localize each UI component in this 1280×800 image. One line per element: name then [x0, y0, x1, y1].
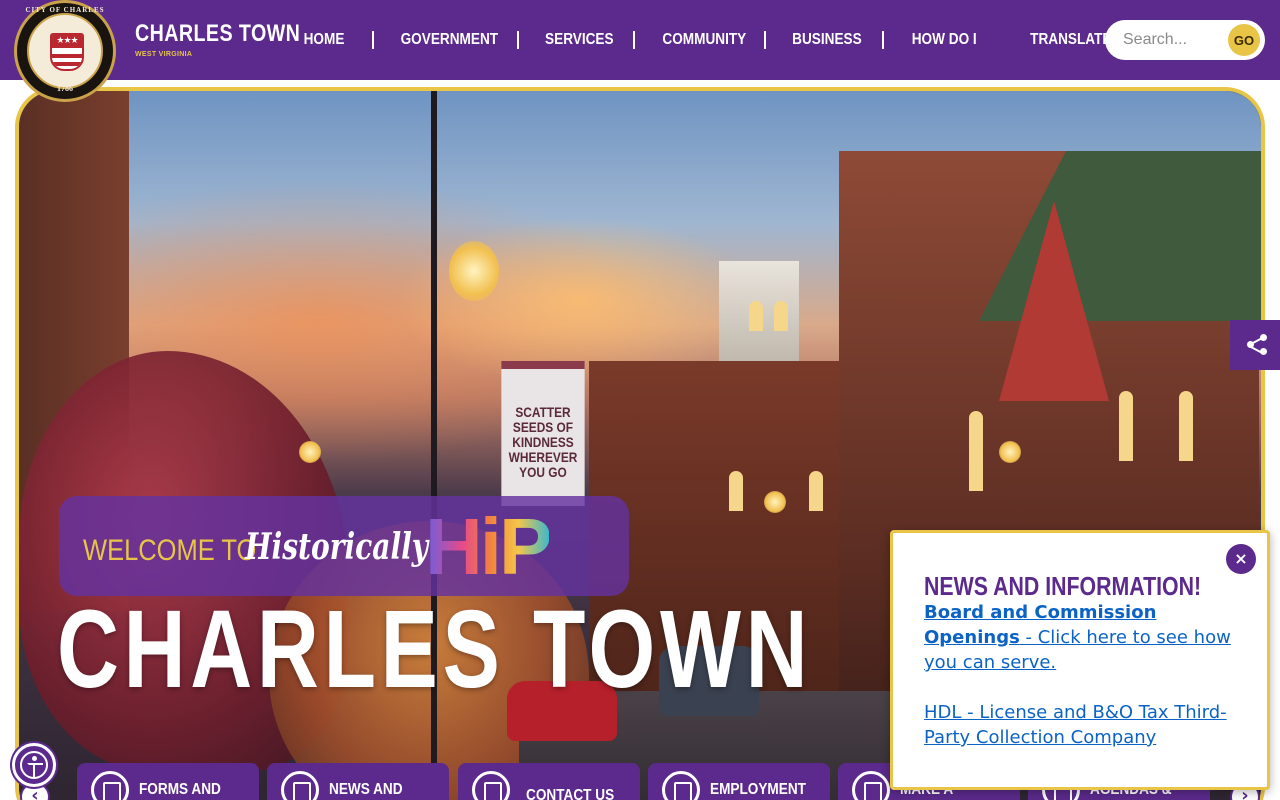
hero-street-lamp [449, 241, 499, 301]
hero-window [729, 471, 743, 511]
site-subtitle: WEST VIRGINIA [135, 51, 193, 58]
calendar-icon [281, 771, 319, 800]
nav-divider [881, 31, 884, 49]
news-popup: × NEWS AND INFORMATION! Board and Commis… [890, 530, 1270, 790]
nav-divider [372, 31, 374, 49]
board-openings-link[interactable]: Board and Commission Openings - Click he… [924, 602, 1231, 673]
hero-window [1179, 391, 1193, 461]
nav-item-services[interactable]: SERVICES [545, 31, 614, 49]
hero-street-lamp [764, 491, 786, 513]
shield-stripe [52, 54, 82, 58]
nav-item-home[interactable]: HOME [304, 31, 345, 49]
welcome-banner: WELCOME TO Historically HiP [59, 496, 629, 596]
shield-stripe [52, 62, 82, 66]
hdl-license-link[interactable]: HDL - License and B&O Tax Third-Party Co… [924, 702, 1227, 748]
seal-year: 1786 [57, 84, 73, 93]
quick-link-label: EMPLOYMENT [710, 781, 806, 798]
hip-logo-text: HiP [425, 502, 552, 591]
quick-link-label: FORMS AND [139, 781, 221, 798]
hero-window [749, 301, 763, 331]
quick-link-label: NEWS AND [329, 781, 403, 798]
payment-icon [852, 771, 890, 800]
site-header: CHARLES TOWN WEST VIRGINIA HOME GOVERNME… [0, 0, 1280, 80]
share-button[interactable] [1230, 320, 1280, 370]
accessibility-button[interactable] [12, 743, 56, 787]
nav-item-government[interactable]: GOVERNMENT [401, 31, 498, 49]
hero-street-lamp [299, 441, 321, 463]
hero-window [969, 411, 983, 491]
quick-link-forms[interactable]: FORMS AND [77, 763, 259, 800]
seal-inner: ★★★ [27, 13, 103, 89]
share-icon-line [1250, 346, 1262, 354]
popup-body: Board and Commission Openings - Click he… [924, 600, 1244, 750]
hero-window [809, 471, 823, 511]
hero-window [774, 301, 788, 331]
popup-heading: NEWS AND INFORMATION! [924, 571, 1202, 601]
share-icon [1260, 334, 1267, 341]
nav-item-how-do-i[interactable]: HOW DO I [911, 31, 976, 49]
question-icon [472, 771, 510, 800]
quick-link-news[interactable]: NEWS AND [267, 763, 449, 800]
document-icon [91, 771, 129, 800]
hero-street-lamp [999, 441, 1021, 463]
person-icon [662, 771, 700, 800]
share-icon-line [1250, 337, 1262, 345]
search-input[interactable] [1123, 29, 1223, 51]
translate-label: TRANSLATE [1030, 31, 1112, 48]
hero-kindness-banner: SCATTER SEEDS OF KINDNESS WHEREVER YOU G… [501, 361, 585, 506]
hero-window [1119, 391, 1133, 461]
close-icon[interactable]: × [1226, 544, 1256, 574]
accessibility-icon [20, 751, 48, 779]
seal-stars: ★★★ [52, 35, 82, 48]
search-go-button[interactable]: GO [1228, 24, 1260, 56]
shield-icon: ★★★ [50, 33, 84, 71]
welcome-to-text: WELCOME TO [83, 534, 257, 567]
quick-link-label: CONTACT US [526, 787, 615, 800]
nav-divider [763, 31, 766, 49]
city-seal-logo[interactable]: CITY OF CHARLES TOWN ★★★ 1786 [14, 0, 116, 102]
nav-item-business[interactable]: BUSINESS [792, 31, 862, 49]
nav-divider [633, 31, 636, 49]
quick-link-contact[interactable]: CONTACT US [458, 763, 640, 800]
quick-link-employment[interactable]: EMPLOYMENT [648, 763, 830, 800]
accessibility-icon-body [33, 765, 35, 777]
nav-item-community[interactable]: COMMUNITY [663, 31, 747, 49]
site-title[interactable]: CHARLES TOWN [135, 20, 300, 48]
nav-divider [516, 31, 519, 49]
hero-title: CHARLES TOWN [57, 588, 813, 711]
main-nav: HOME GOVERNMENT SERVICES COMMUNITY BUSIN… [300, 28, 1131, 52]
welcome-script-text: Historically [245, 526, 429, 568]
search-box: GO [1105, 20, 1265, 60]
